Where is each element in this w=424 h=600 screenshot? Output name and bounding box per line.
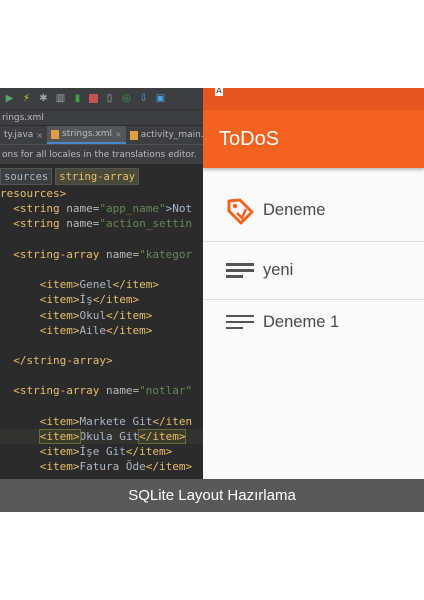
stop-icon[interactable] [89,94,98,103]
close-icon[interactable]: × [36,131,43,140]
code-line: <string name="app_name">Not [13,202,193,216]
tag-icon [225,198,255,224]
tab-label: strings.xml [62,129,112,139]
code-line-highlighted: <item>Okula Git</item> [0,429,203,445]
tab-label: activity_main.: [140,130,203,140]
list-item-label: yeni [263,261,294,279]
breadcrumb: sources string-array [0,165,203,185]
xml-file-icon [51,129,59,139]
status-a-icon: A [215,88,223,96]
code-editor[interactable]: resources> <string name="app_name">Not <… [0,184,203,475]
app-title: ToDoS [219,128,280,150]
caption-bar: SQLite Layout Hazırlama [0,479,424,512]
code-line: <string name="action_settin [13,217,193,231]
debug-icon[interactable]: ✱ [38,93,49,104]
code-line: <item>Aile</item> [39,323,153,337]
sdk-manager-icon[interactable]: ⇩ [138,93,149,104]
translations-banner: ons for all locales in the translations … [0,145,203,165]
breadcrumb-string-array[interactable]: string-array [55,167,140,185]
apply-changes-icon[interactable]: ⚡ [21,93,32,104]
list-item-label: Deneme [263,201,326,219]
tab-java-file[interactable]: ty.java × [0,126,47,144]
editor-tabs: ty.java × strings.xml × activity_main.: [0,126,203,145]
menu-lines-icon [225,311,255,333]
sync-icon[interactable]: ◎ [121,93,132,104]
todo-list: Deneme yeni Deneme 1 [203,168,424,344]
tab-activity-main[interactable]: activity_main.: [126,126,203,144]
attach-debugger-icon[interactable]: ▮ [72,93,83,104]
file-path-bar: rings.xml [0,110,203,126]
status-bar: A [203,88,424,110]
list-item[interactable]: Deneme 1 [203,300,424,344]
code-line: </string-array> [13,354,113,368]
tab-strings-xml[interactable]: strings.xml × [47,126,126,144]
list-item[interactable]: Deneme [203,180,424,242]
list-item[interactable]: yeni [203,242,424,300]
app-bar: ToDoS [203,110,424,168]
profile-icon[interactable]: ▥ [55,93,66,104]
code-line: resources> [0,187,67,200]
ide-toolbar: ▶ ⚡ ✱ ▥ ▮ ▯ ◎ ⇩ ▣ [0,88,203,110]
list-item-label: Deneme 1 [263,312,340,331]
tab-label: ty.java [4,130,34,140]
code-line: <item>Fatura Öde</item> [39,460,193,474]
code-line: <item>Markete Git</iten [39,414,193,428]
code-line: <item>Okul</item> [39,308,153,322]
code-line: <string-array name="kategor [13,247,193,261]
code-line: <item>Genel</item> [39,278,159,292]
avd-manager-icon[interactable]: ▯ [104,93,115,104]
code-line: <string-array name="notlar" [13,384,193,398]
close-icon[interactable]: × [115,130,122,139]
layout-inspector-icon[interactable]: ▣ [155,93,166,104]
menu-lines-icon [225,260,255,282]
android-preview: A ToDoS Deneme yeni Deneme 1 [203,88,424,479]
ide-pane: ▶ ⚡ ✱ ▥ ▮ ▯ ◎ ⇩ ▣ rings.xml ty.java × st… [0,88,203,479]
xml-file-icon [129,130,138,140]
code-line: <item>İşe Git</item> [39,445,173,459]
breadcrumb-resources[interactable]: sources [0,167,53,185]
run-icon[interactable]: ▶ [4,93,15,104]
code-line: <item>İş</item> [39,293,140,307]
